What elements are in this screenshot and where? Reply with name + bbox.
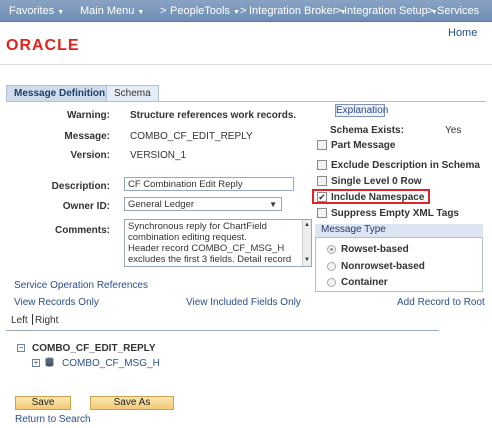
description-field[interactable]: CF Combination Edit Reply xyxy=(124,177,294,191)
view-included-fields-only-link[interactable]: View Included Fields Only xyxy=(186,297,301,308)
comments-label: Comments: xyxy=(54,225,110,236)
scroll-up-icon[interactable]: ▲ xyxy=(304,220,310,231)
exclude-description-checkbox[interactable] xyxy=(317,160,327,170)
version-value: VERSION_1 xyxy=(130,150,187,161)
view-records-only-link[interactable]: View Records Only xyxy=(14,297,99,308)
owner-id-label: Owner ID: xyxy=(62,201,110,212)
breadcrumb-separator-icon: > xyxy=(240,5,247,17)
nav-integration-broker-label: Integration Broker xyxy=(249,5,337,17)
nav-integration-broker[interactable]: Integration Broker ▼ xyxy=(249,5,346,17)
message-value: COMBO_CF_EDIT_REPLY xyxy=(130,131,253,142)
container-label: Container xyxy=(341,277,388,288)
expand-icon[interactable]: + xyxy=(32,359,40,367)
comments-textarea[interactable]: Synchronous reply for ChartField combina… xyxy=(124,219,312,267)
comments-line: Synchronous reply for ChartField xyxy=(128,221,267,232)
comments-line: combination editing request. xyxy=(128,232,247,243)
service-operation-references-link[interactable]: Service Operation References xyxy=(14,280,148,291)
breadcrumb-separator-icon: > xyxy=(427,5,434,17)
tab-divider xyxy=(6,101,486,102)
comments-line: Header record COMBO_CF_MSG_H xyxy=(128,243,285,254)
message-type-header: Message Type xyxy=(315,224,483,238)
nav-integration-setup-label: Integration Setup xyxy=(344,5,428,17)
chevron-down-icon: ▼ xyxy=(57,9,65,16)
nonrowset-based-radio[interactable] xyxy=(327,262,336,271)
oracle-logo: ORACLE xyxy=(6,37,80,54)
explanation-button[interactable]: Explanation xyxy=(335,104,388,117)
nav-main-menu[interactable]: Main Menu ▼ xyxy=(80,5,144,17)
owner-id-value: General Ledger xyxy=(128,199,195,210)
owner-id-select[interactable]: General Ledger ▼ xyxy=(124,197,282,211)
left-link[interactable]: Left xyxy=(11,315,28,326)
breadcrumb-separator-icon: > xyxy=(335,5,342,17)
nav-favorites-label: Favorites xyxy=(9,5,55,17)
part-message-label: Part Message xyxy=(331,140,396,151)
suppress-empty-xml-tags-checkbox[interactable] xyxy=(317,208,327,218)
rowset-based-label: Rowset-based xyxy=(341,244,409,255)
exclude-description-label: Exclude Description in Schema xyxy=(331,160,480,171)
breadcrumb-separator-icon: > xyxy=(160,5,167,17)
add-record-to-root-link[interactable]: Add Record to Root xyxy=(397,297,485,308)
chevron-down-icon: ▼ xyxy=(137,9,145,16)
chevron-down-icon: ▼ xyxy=(269,200,277,209)
nav-main-menu-label: Main Menu xyxy=(80,5,135,17)
tab-message-definition[interactable]: Message Definition xyxy=(6,85,114,101)
single-level-0-row-checkbox[interactable] xyxy=(317,176,327,186)
chevron-down-icon: ▼ xyxy=(232,9,240,16)
database-icon xyxy=(45,357,54,367)
container-radio[interactable] xyxy=(327,278,336,287)
description-label: Description: xyxy=(51,181,110,192)
save-as-button[interactable]: Save As xyxy=(90,396,174,410)
message-label: Message: xyxy=(64,131,110,142)
top-nav-bar: Favorites ▼ Main Menu ▼ > PeopleTools ▼ > I… xyxy=(0,0,492,22)
tree-root-node[interactable]: COMBO_CF_EDIT_REPLY xyxy=(32,343,156,354)
comments-line: excludes the first 3 fields. Detail reco… xyxy=(128,254,292,265)
suppress-empty-xml-tags-label: Suppress Empty XML Tags xyxy=(331,208,459,219)
save-button[interactable]: Save xyxy=(15,396,71,410)
nav-peopletools-label: PeopleTools xyxy=(170,5,230,17)
part-message-checkbox[interactable] xyxy=(317,140,327,150)
nav-integration-setup[interactable]: Integration Setup ▼ xyxy=(344,5,438,17)
schema-exists-label: Schema Exists: xyxy=(330,125,404,136)
header-divider xyxy=(0,64,492,65)
comments-scrollbar[interactable]: ▲ ▼ xyxy=(302,220,311,266)
tree-divider xyxy=(6,330,439,331)
schema-exists-value: Yes xyxy=(445,125,462,136)
collapse-icon[interactable]: − xyxy=(17,344,25,352)
home-link[interactable]: Home xyxy=(448,27,477,39)
single-level-0-row-label: Single Level 0 Row xyxy=(331,176,422,187)
highlight-box xyxy=(312,189,430,204)
tab-schema[interactable]: Schema xyxy=(106,85,159,101)
right-link[interactable]: Right xyxy=(35,315,58,326)
nav-favorites[interactable]: Favorites ▼ xyxy=(9,5,64,17)
nonrowset-based-label: Nonrowset-based xyxy=(341,261,425,272)
nav-peopletools[interactable]: PeopleTools ▼ xyxy=(170,5,240,17)
warning-label: Warning: xyxy=(67,110,110,121)
tree-child-node[interactable]: COMBO_CF_MSG_H xyxy=(62,358,160,369)
scroll-down-icon[interactable]: ▼ xyxy=(304,255,310,266)
nav-services[interactable]: Services xyxy=(437,5,479,17)
rowset-based-radio[interactable] xyxy=(327,245,336,254)
left-right-separator xyxy=(32,314,33,325)
version-label: Version: xyxy=(70,150,110,161)
warning-value: Structure references work records. xyxy=(130,110,297,121)
return-to-search-link[interactable]: Return to Search xyxy=(15,414,91,425)
